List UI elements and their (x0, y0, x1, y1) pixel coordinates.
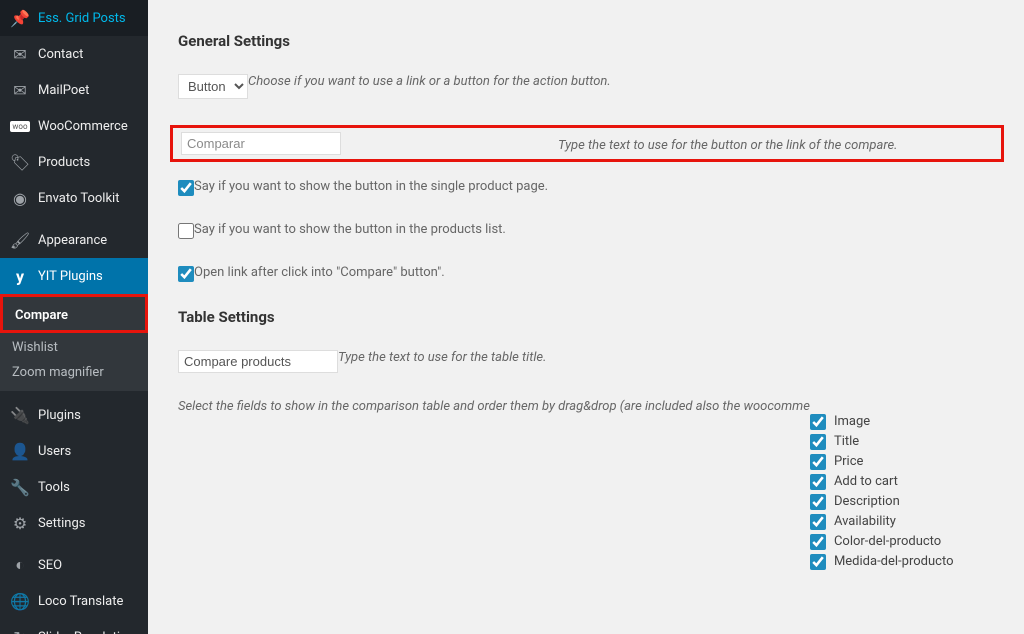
section-table-heading: Table Settings (178, 308, 1004, 326)
menu-ess-grid-posts[interactable]: 📌 Ess. Grid Posts (0, 0, 148, 36)
row-fields-to-show: Select the fields to show in the compari… (178, 399, 1004, 570)
field-image[interactable]: Image (810, 413, 954, 430)
row-show-list: Say if you want to show the button in th… (178, 222, 1004, 239)
checkbox-field-color[interactable] (810, 534, 826, 550)
menu-slider-revolution[interactable]: ↻ Slider Revolution (0, 619, 148, 634)
section-general-heading: General Settings (178, 32, 1004, 50)
cart-icon: 🏷 (10, 152, 30, 172)
menu-woocommerce[interactable]: woo WooCommerce (0, 108, 148, 144)
yit-submenu-rest: Wishlist Zoom magnifier (0, 333, 148, 391)
desc-link-or-button: Choose if you want to use a link or a bu… (248, 74, 611, 89)
wrench-icon: 🔧 (10, 477, 30, 497)
select-link-or-button[interactable]: Button (178, 74, 248, 99)
field-add-to-cart[interactable]: Add to cart (810, 473, 954, 490)
field-availability[interactable]: Availability (810, 513, 954, 530)
desc-link-button-text: Type the text to use for the button or t… (558, 138, 898, 153)
input-link-button-text[interactable] (181, 132, 341, 155)
field-title[interactable]: Title (810, 433, 954, 450)
refresh-icon: ↻ (10, 627, 30, 634)
checkbox-show-single[interactable] (178, 180, 194, 196)
user-icon: 👤 (10, 441, 30, 461)
yit-submenu: Compare (0, 294, 148, 333)
globe-icon: 🌐 (10, 591, 30, 611)
menu-tools[interactable]: 🔧 Tools (0, 469, 148, 505)
checkbox-field-medida[interactable] (810, 554, 826, 570)
checkbox-field-description[interactable] (810, 494, 826, 510)
menu-contact[interactable]: ✉ Contact (0, 36, 148, 72)
settings-main: General Settings Button Choose if you wa… (148, 0, 1024, 634)
checkbox-field-title[interactable] (810, 434, 826, 450)
checkbox-lightbox[interactable] (178, 266, 194, 282)
checkbox-field-availability[interactable] (810, 514, 826, 530)
menu-envato-toolkit[interactable]: ◉ Envato Toolkit (0, 180, 148, 216)
desc-fields-to-show: Select the fields to show in the compari… (178, 399, 810, 414)
checkbox-field-price[interactable] (810, 454, 826, 470)
checkbox-field-add-to-cart[interactable] (810, 474, 826, 490)
menu-seo[interactable]: ◐ SEO (0, 547, 148, 583)
field-list: Image Title Price Add to cart Descriptio… (810, 413, 954, 570)
yit-icon: y (10, 266, 30, 286)
menu-appearance[interactable]: 🖌 Appearance (0, 222, 148, 258)
row-link-or-button: Button Choose if you want to use a link … (178, 74, 1004, 99)
input-table-title[interactable] (178, 350, 338, 373)
menu-mailpoet[interactable]: ✉ MailPoet (0, 72, 148, 108)
brush-icon: 🖌 (10, 230, 30, 250)
row-lightbox: Open link after click into "Compare" but… (178, 265, 1004, 282)
desc-show-list: Say if you want to show the button in th… (194, 222, 506, 237)
desc-lightbox: Open link after click into "Compare" but… (194, 265, 445, 280)
seo-icon: ◐ (10, 555, 30, 575)
checkbox-show-list[interactable] (178, 223, 194, 239)
mail-icon: ✉ (10, 44, 30, 64)
menu-settings[interactable]: ⚙ Settings (0, 505, 148, 541)
leaf-icon: ◉ (10, 188, 30, 208)
submenu-compare[interactable]: Compare (3, 303, 145, 328)
menu-loco-translate[interactable]: 🌐 Loco Translate (0, 583, 148, 619)
admin-sidebar: 📌 Ess. Grid Posts ✉ Contact ✉ MailPoet w… (0, 0, 148, 634)
plugin-icon: 🔌 (10, 405, 30, 425)
field-price[interactable]: Price (810, 453, 954, 470)
checkbox-field-image[interactable] (810, 414, 826, 430)
mail-icon: ✉ (10, 80, 30, 100)
submenu-wishlist[interactable]: Wishlist (0, 335, 148, 360)
field-description[interactable]: Description (810, 493, 954, 510)
woo-icon: woo (10, 116, 30, 136)
menu-yit-plugins[interactable]: y YIT Plugins (0, 258, 148, 294)
menu-plugins[interactable]: 🔌 Plugins (0, 397, 148, 433)
row-table-title: Type the text to use for the table title… (178, 350, 1004, 373)
desc-show-single: Say if you want to show the button in th… (194, 179, 548, 194)
sliders-icon: ⚙ (10, 513, 30, 533)
field-medida[interactable]: Medida-del-producto (810, 553, 954, 570)
field-color[interactable]: Color-del-producto (810, 533, 954, 550)
menu-products[interactable]: 🏷 Products (0, 144, 148, 180)
menu-users[interactable]: 👤 Users (0, 433, 148, 469)
submenu-zoom-magnifier[interactable]: Zoom magnifier (0, 360, 148, 385)
row-show-single: Say if you want to show the button in th… (178, 179, 1004, 196)
desc-table-title: Type the text to use for the table title… (338, 350, 546, 365)
pin-icon: 📌 (10, 8, 30, 28)
